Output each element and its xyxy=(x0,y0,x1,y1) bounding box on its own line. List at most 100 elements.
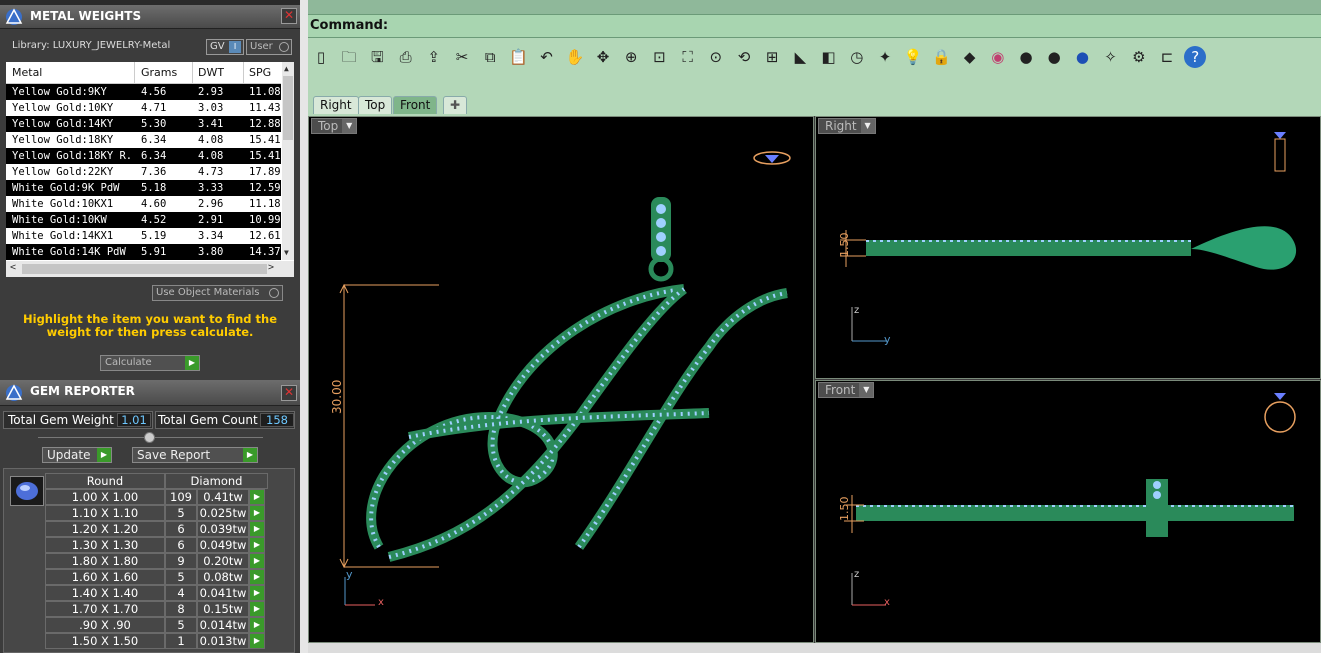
add-tab-button[interactable]: ✚ xyxy=(443,96,467,114)
gem-row-arrow-icon[interactable]: ▶ xyxy=(249,601,265,617)
metal-row[interactable]: White Gold:10KX1 4.60 2.96 11.18 xyxy=(6,196,281,212)
material-sphere-icon[interactable]: ● xyxy=(1043,46,1065,68)
gem-row[interactable]: 1.50 X 1.50 1 0.013tw ▶ xyxy=(45,633,310,649)
gem-row-arrow-icon[interactable]: ▶ xyxy=(249,585,265,601)
hscroll-thumb[interactable] xyxy=(22,264,267,274)
gem-row[interactable]: .90 X .90 5 0.014tw ▶ xyxy=(45,617,310,633)
scroll-left-icon[interactable]: < xyxy=(10,262,16,273)
viewport-front[interactable]: Front ▼ 1.50 z x xyxy=(815,380,1321,643)
zoom-extents-icon[interactable]: ⛶ xyxy=(677,46,699,68)
light-bulb-icon[interactable]: 💡 xyxy=(902,46,924,68)
gem-row[interactable]: 1.80 X 1.80 9 0.20tw ▶ xyxy=(45,553,310,569)
metal-row[interactable]: Yellow Gold:14KY 5.30 3.41 12.88 xyxy=(6,116,281,132)
metal-row[interactable]: Yellow Gold:22KY 7.36 4.73 17.89 xyxy=(6,164,281,180)
calculate-button[interactable]: Calculate ▶ xyxy=(100,355,200,371)
col-dwt: DWT xyxy=(198,66,225,79)
use-object-materials-toggle[interactable]: Use Object Materials xyxy=(152,285,283,301)
viewport-right[interactable]: Right ▼ 1.50 z y xyxy=(815,116,1321,379)
gem-row-arrow-icon[interactable]: ▶ xyxy=(249,537,265,553)
metal-row[interactable]: White Gold:14KX1 5.19 3.34 12.61 xyxy=(6,228,281,244)
gv-toggle[interactable]: GV I xyxy=(206,39,244,55)
gem-row-arrow-icon[interactable]: ▶ xyxy=(249,489,265,505)
clock-icon[interactable]: ◷ xyxy=(846,46,868,68)
pan-hand-icon[interactable]: ✋ xyxy=(564,46,586,68)
zoom-window-icon[interactable]: ⊡ xyxy=(648,46,670,68)
metal-row[interactable]: White Gold:14K PdW 5.91 3.80 14.37 xyxy=(6,244,281,260)
gem-row[interactable]: 1.40 X 1.40 4 0.041tw ▶ xyxy=(45,585,310,601)
lock-icon[interactable]: 🔒 xyxy=(930,46,952,68)
snap-icon[interactable]: ✦ xyxy=(874,46,896,68)
globe-icon[interactable]: ● xyxy=(1071,46,1093,68)
gem-row-arrow-icon[interactable]: ▶ xyxy=(249,569,265,585)
gem-row[interactable]: 1.60 X 1.60 5 0.08tw ▶ xyxy=(45,569,310,585)
gem-size: 1.70 X 1.70 xyxy=(45,601,165,617)
copy-icon[interactable]: ⧉ xyxy=(479,46,501,68)
metal-row[interactable]: Yellow Gold:18KY R... 6.34 4.08 15.41 xyxy=(6,148,281,164)
metal-cell-grams: 7.36 xyxy=(141,166,167,178)
metal-row[interactable]: Yellow Gold:10KY 4.71 3.03 11.43 xyxy=(6,100,281,116)
four-viewports-icon[interactable]: ⊞ xyxy=(761,46,783,68)
car-icon[interactable]: ◣ xyxy=(789,46,811,68)
map-icon[interactable]: ◧ xyxy=(818,46,840,68)
cut-icon[interactable]: ✂ xyxy=(451,46,473,68)
use-object-radio xyxy=(269,288,279,298)
scroll-down-icon[interactable]: ▼ xyxy=(284,248,289,257)
layer-icon[interactable]: ◆ xyxy=(959,46,981,68)
metal-row[interactable]: White Gold:9K PdW 5.18 3.33 12.59 xyxy=(6,180,281,196)
export-icon[interactable]: ⇪ xyxy=(423,46,445,68)
gem-row-arrow-icon[interactable]: ▶ xyxy=(249,505,265,521)
render-sphere-icon[interactable]: ● xyxy=(1015,46,1037,68)
metal-cell-spg: 11.18 xyxy=(249,198,281,210)
metal-row[interactable]: Yellow Gold:9KY 4.56 2.93 11.08 xyxy=(6,84,281,100)
gem-row-arrow-icon[interactable]: ▶ xyxy=(249,633,265,649)
metal-cell-grams: 6.34 xyxy=(141,150,167,162)
undo-icon[interactable]: ↶ xyxy=(536,46,558,68)
scroll-right-icon[interactable]: > xyxy=(268,262,274,273)
zoom-in-icon[interactable]: ⊕ xyxy=(620,46,642,68)
gem-weight: 0.049tw xyxy=(197,537,249,553)
command-bar[interactable]: Command: xyxy=(308,14,1321,38)
color-wheel-icon[interactable]: ◉ xyxy=(987,46,1009,68)
panel-splitter[interactable] xyxy=(300,0,308,653)
metal-cell-dwt: 3.41 xyxy=(198,118,224,130)
gem-slider-handle[interactable] xyxy=(144,432,155,443)
user-toggle[interactable]: User xyxy=(246,39,292,55)
user-label: User xyxy=(250,41,273,52)
gem-row-arrow-icon[interactable]: ▶ xyxy=(249,521,265,537)
instruction-text: Highlight the item you want to find the … xyxy=(23,312,277,339)
tab-front[interactable]: Front xyxy=(393,96,438,114)
close-metal-panel-button[interactable]: ✕ xyxy=(281,8,297,24)
gem-row[interactable]: 1.30 X 1.30 6 0.049tw ▶ xyxy=(45,537,310,553)
new-file-icon[interactable]: ▯ xyxy=(310,46,332,68)
print-icon[interactable]: ⎙ xyxy=(395,46,417,68)
metal-row[interactable]: White Gold:10KW 4.52 2.91 10.99 xyxy=(6,212,281,228)
gem-row[interactable]: 1.10 X 1.10 5 0.025tw ▶ xyxy=(45,505,310,521)
gem-row-arrow-icon[interactable]: ▶ xyxy=(249,553,265,569)
gem-row[interactable]: 1.70 X 1.70 8 0.15tw ▶ xyxy=(45,601,310,617)
save-report-button[interactable]: Save Report ▶ xyxy=(132,447,258,463)
scroll-up-icon[interactable]: ▲ xyxy=(284,64,289,73)
open-folder-icon[interactable]: 🗀 xyxy=(338,46,360,68)
save-icon[interactable]: 🖫 xyxy=(366,46,388,68)
close-gem-panel-button[interactable]: ✕ xyxy=(281,385,297,401)
grid-snap-icon[interactable]: ⊏ xyxy=(1156,46,1178,68)
gem-row-arrow-icon[interactable]: ▶ xyxy=(249,617,265,633)
metal-row[interactable]: Yellow Gold:18KY 6.34 4.08 15.41 xyxy=(6,132,281,148)
scroll-thumb[interactable] xyxy=(283,76,293,140)
gem-row[interactable]: 1.20 X 1.20 6 0.039tw ▶ xyxy=(45,521,310,537)
tab-top[interactable]: Top xyxy=(358,96,393,114)
viewport-top[interactable]: Top ▼ 30.00 y x xyxy=(308,116,814,643)
flash-icon[interactable]: ✧ xyxy=(1100,46,1122,68)
metal-hscroll[interactable]: < > xyxy=(6,261,294,277)
move-icon[interactable]: ✥ xyxy=(592,46,614,68)
rotate-view-icon[interactable]: ⟲ xyxy=(733,46,755,68)
paste-icon[interactable]: 📋 xyxy=(507,46,529,68)
tab-right[interactable]: Right xyxy=(313,96,359,114)
gem-reporter-header: GEM REPORTER xyxy=(0,380,300,406)
metal-vscroll[interactable]: ▲ ▼ xyxy=(282,62,294,260)
zoom-selected-icon[interactable]: ⊙ xyxy=(705,46,727,68)
col-grams: Grams xyxy=(141,66,178,79)
gear-icon[interactable]: ⚙ xyxy=(1128,46,1150,68)
update-button[interactable]: Update ▶ xyxy=(42,447,112,463)
gem-row[interactable]: 1.00 X 1.00 109 0.41tw ▶ xyxy=(45,489,310,505)
